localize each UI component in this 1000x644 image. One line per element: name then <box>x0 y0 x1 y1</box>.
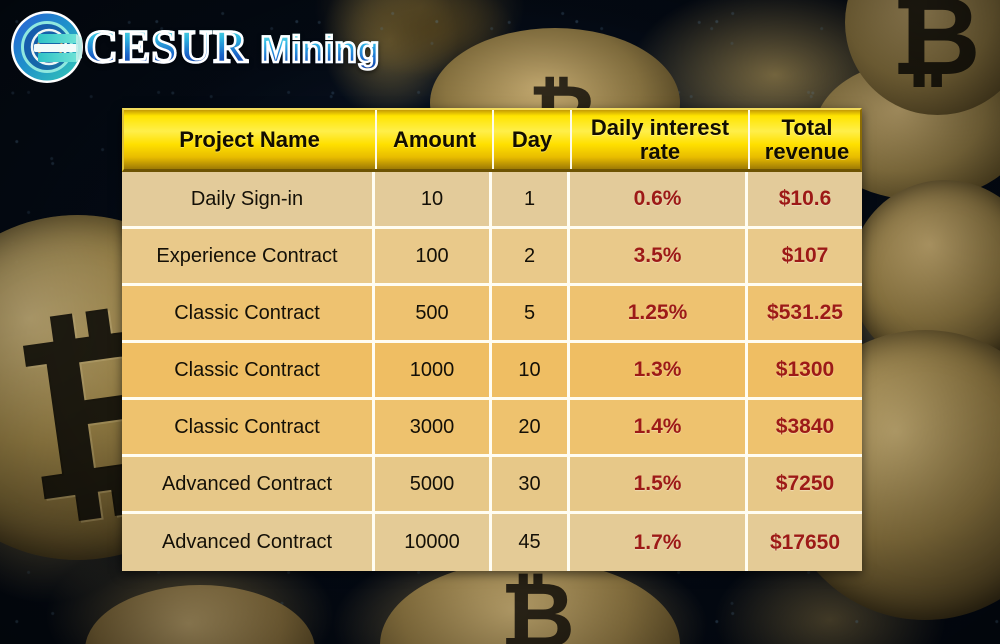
cell-total-revenue: $7250 <box>775 472 835 495</box>
cell-total-revenue: $3840 <box>775 415 835 438</box>
cell-project-name: Classic Contract <box>122 343 375 397</box>
cell-project-name: Daily Sign-in <box>122 172 375 226</box>
cell-day: 45 <box>492 514 570 571</box>
cell-amount: 5000 <box>375 457 492 511</box>
column-header-amount: Amount <box>377 110 494 169</box>
cell-day: 5 <box>492 286 570 340</box>
cell-daily-interest-rate: 1.3% <box>570 343 748 397</box>
cell-total-revenue: $10.6 <box>778 187 832 210</box>
cell-project-name: Experience Contract <box>122 229 375 283</box>
cell-amount: 3000 <box>375 400 492 454</box>
column-header-daily-interest-rate: Daily interest rate <box>572 110 750 169</box>
cell-project-name: Advanced Contract <box>122 457 375 511</box>
column-header-day: Day <box>494 110 572 169</box>
cell-daily-interest-rate: 1.25% <box>570 286 748 340</box>
cell-daily-interest-rate: 1.5% <box>570 457 748 511</box>
table-row[interactable]: Daily Sign-in 10 1 0.6% $10.6 <box>122 172 862 229</box>
cell-total-revenue: $1300 <box>775 358 835 381</box>
contract-rate-table: Project Name Amount Day Daily interest r… <box>122 108 862 571</box>
cell-daily-interest-rate: 1.7% <box>570 514 748 571</box>
bitcoin-symbol-icon: ₿ <box>500 565 575 644</box>
cell-daily-interest-rate: 1.4% <box>570 400 748 454</box>
cell-total-revenue: $531.25 <box>767 301 843 324</box>
brand-suffix: Mining <box>259 28 381 70</box>
cell-day: 10 <box>492 343 570 397</box>
table-header-row: Project Name Amount Day Daily interest r… <box>122 108 862 172</box>
bitcoin-symbol-icon: ₿ <box>891 0 981 98</box>
column-header-total-revenue: Total revenue <box>764 115 850 164</box>
cell-daily-interest-rate: 3.5% <box>570 229 748 283</box>
cell-project-name: Classic Contract <box>122 286 375 340</box>
table-body: Daily Sign-in 10 1 0.6% $10.6 Experience Cont… <box>122 172 862 571</box>
cell-project-name: Classic Contract <box>122 400 375 454</box>
cell-amount: 500 <box>375 286 492 340</box>
cesur-logo-icon <box>8 8 86 86</box>
cell-day: 30 <box>492 457 570 511</box>
cell-day: 1 <box>492 172 570 226</box>
column-header-project-name: Project Name <box>124 110 377 169</box>
table-row[interactable]: Classic Contract 500 5 1.25% $531.25 <box>122 286 862 343</box>
brand-name: CESUR <box>83 20 249 73</box>
table-row[interactable]: Classic Contract 3000 20 1.4% $3840 <box>122 400 862 457</box>
cell-daily-interest-rate: 0.6% <box>570 172 748 226</box>
cell-amount: 10000 <box>375 514 492 571</box>
table-row[interactable]: Advanced Contract 10000 45 1.7% $17650 <box>122 514 862 571</box>
cell-amount: 100 <box>375 229 492 283</box>
cell-total-revenue: $107 <box>781 244 829 267</box>
cell-day: 20 <box>492 400 570 454</box>
cell-day: 2 <box>492 229 570 283</box>
cell-project-name: Advanced Contract <box>122 514 375 571</box>
cell-total-revenue: $17650 <box>769 530 841 554</box>
brand-logo[interactable]: CESUR Mining <box>8 8 381 86</box>
table-row[interactable]: Advanced Contract 5000 30 1.5% $7250 <box>122 457 862 514</box>
screenshot-root: ₿ ₿ ₿ ₿ <box>0 0 1000 644</box>
cell-amount: 1000 <box>375 343 492 397</box>
cell-amount: 10 <box>375 172 492 226</box>
table-row[interactable]: Experience Contract 100 2 3.5% $107 <box>122 229 862 286</box>
table-row[interactable]: Classic Contract 1000 10 1.3% $1300 <box>122 343 862 400</box>
